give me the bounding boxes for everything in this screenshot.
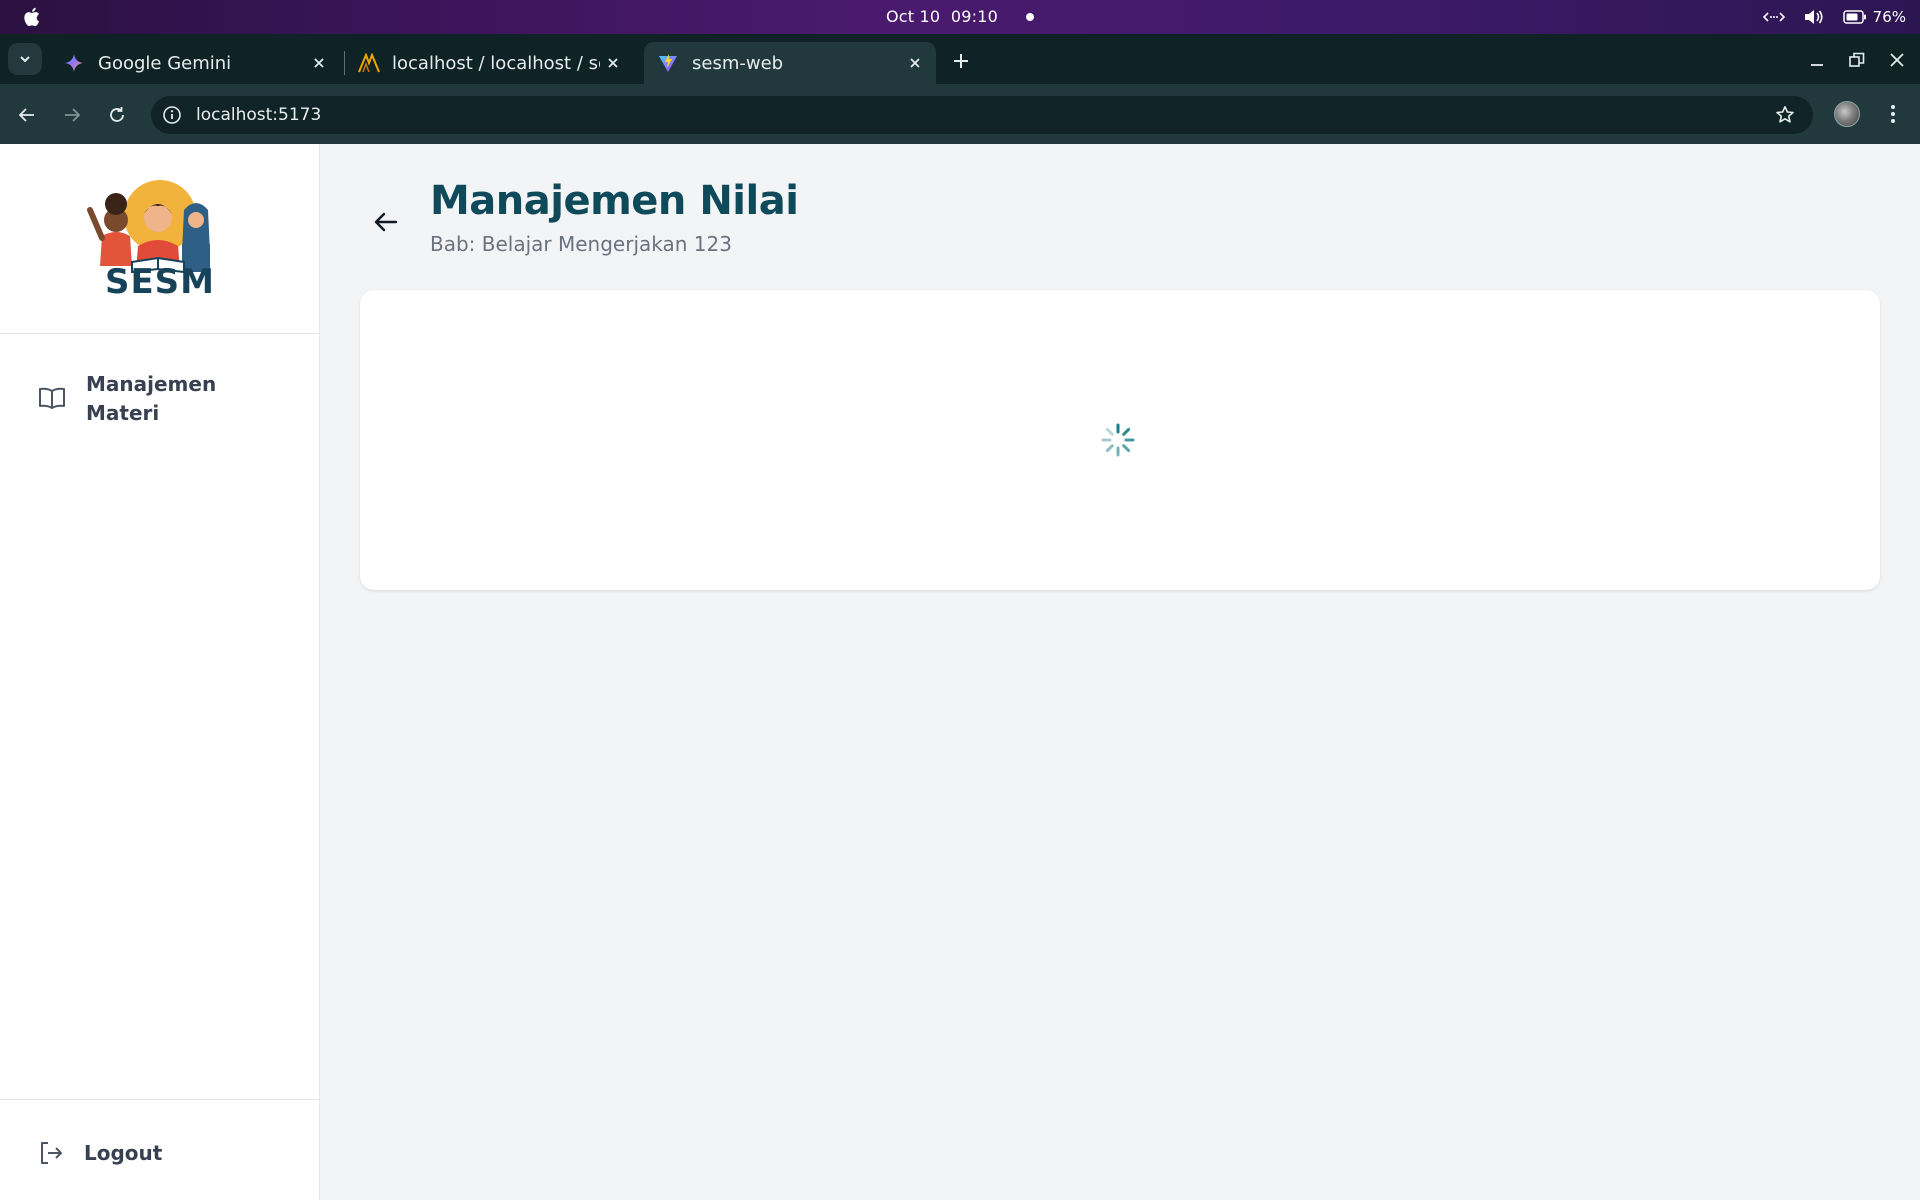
site-info-icon[interactable] <box>162 105 182 125</box>
address-bar[interactable]: localhost:5173 <box>151 96 1813 134</box>
restore-button[interactable] <box>1845 48 1869 72</box>
arrow-left-icon <box>374 212 398 232</box>
restore-icon <box>1849 52 1865 67</box>
logout-icon <box>41 1142 62 1164</box>
chevron-down-icon <box>20 56 30 63</box>
close-window-button[interactable] <box>1885 48 1909 72</box>
web-page: SESM Manajemen Materi Logout Manajemen N… <box>0 144 1920 1200</box>
page-subtitle: Bab: Belajar Mengerjakan 123 <box>430 232 732 256</box>
sidebar-footer: Logout <box>0 1099 320 1200</box>
sidebar-item-manajemen-materi[interactable]: Manajemen Materi <box>38 370 288 428</box>
arrow-right-icon <box>65 108 81 122</box>
close-icon[interactable] <box>906 54 924 72</box>
tab-title: localhost / localhost / ses <box>392 52 600 74</box>
minimize-icon <box>1811 64 1823 66</box>
network-icon <box>1762 12 1785 22</box>
more-vertical-icon <box>1891 105 1895 123</box>
browser-tab-strip: Google Gemini localhost / localhost / se… <box>0 34 1920 84</box>
reload-icon <box>110 107 124 122</box>
browser-menu-button[interactable] <box>1880 101 1906 127</box>
logo-text: SESM <box>104 262 216 302</box>
profile-avatar[interactable] <box>1834 101 1860 127</box>
main-content: Manajemen Nilai Bab: Belajar Mengerjakan… <box>320 144 1920 1200</box>
minimize-button[interactable] <box>1805 48 1829 72</box>
book-open-icon <box>39 387 65 409</box>
tab-title: sesm-web <box>692 52 784 74</box>
back-button[interactable] <box>14 102 40 128</box>
loading-spinner-icon <box>1101 423 1135 457</box>
notification-dot-icon <box>1026 12 1034 21</box>
bookmark-star-icon[interactable] <box>1775 105 1795 125</box>
volume-icon <box>1804 10 1823 24</box>
tab-sesm-web[interactable]: sesm-web <box>644 42 936 84</box>
os-time: 09:10 <box>950 7 998 26</box>
new-tab-button[interactable] <box>950 50 972 72</box>
plus-icon <box>954 54 968 68</box>
battery-status: 76% <box>1842 8 1906 26</box>
page-title: Manajemen Nilai <box>430 178 799 224</box>
os-status-area[interactable]: 76% <box>1762 6 1906 28</box>
os-clock[interactable]: Oct 10 09:10 <box>0 7 1920 26</box>
content-card <box>360 290 1880 590</box>
close-icon[interactable] <box>604 54 622 72</box>
battery-icon <box>1842 10 1866 24</box>
phpmyadmin-icon <box>358 53 380 73</box>
tab-search-button[interactable] <box>8 43 42 75</box>
close-icon <box>1890 53 1904 67</box>
browser-toolbar: localhost:5173 <box>0 84 1920 144</box>
reload-button[interactable] <box>104 102 130 128</box>
vite-icon <box>659 54 677 72</box>
gemini-icon <box>65 54 83 72</box>
logo-area: SESM <box>0 144 320 334</box>
back-arrow-button[interactable] <box>372 208 400 236</box>
sidebar: SESM Manajemen Materi Logout <box>0 144 320 1200</box>
battery-percent: 76% <box>1872 8 1906 26</box>
tab-phpmyadmin[interactable]: localhost / localhost / ses <box>344 42 634 84</box>
url-text[interactable]: localhost:5173 <box>196 105 321 125</box>
tab-title: Google Gemini <box>98 52 232 74</box>
tab-google-gemini[interactable]: Google Gemini <box>50 42 340 84</box>
os-date: Oct 10 <box>886 7 941 26</box>
forward-button[interactable] <box>59 102 85 128</box>
close-icon[interactable] <box>310 54 328 72</box>
sidebar-item-label: Manajemen Materi <box>86 372 217 425</box>
os-top-bar: Oct 10 09:10 76% <box>0 0 1920 34</box>
arrow-left-icon <box>18 108 34 122</box>
logout-button[interactable]: Logout <box>38 1140 162 1166</box>
logout-label: Logout <box>84 1141 163 1165</box>
